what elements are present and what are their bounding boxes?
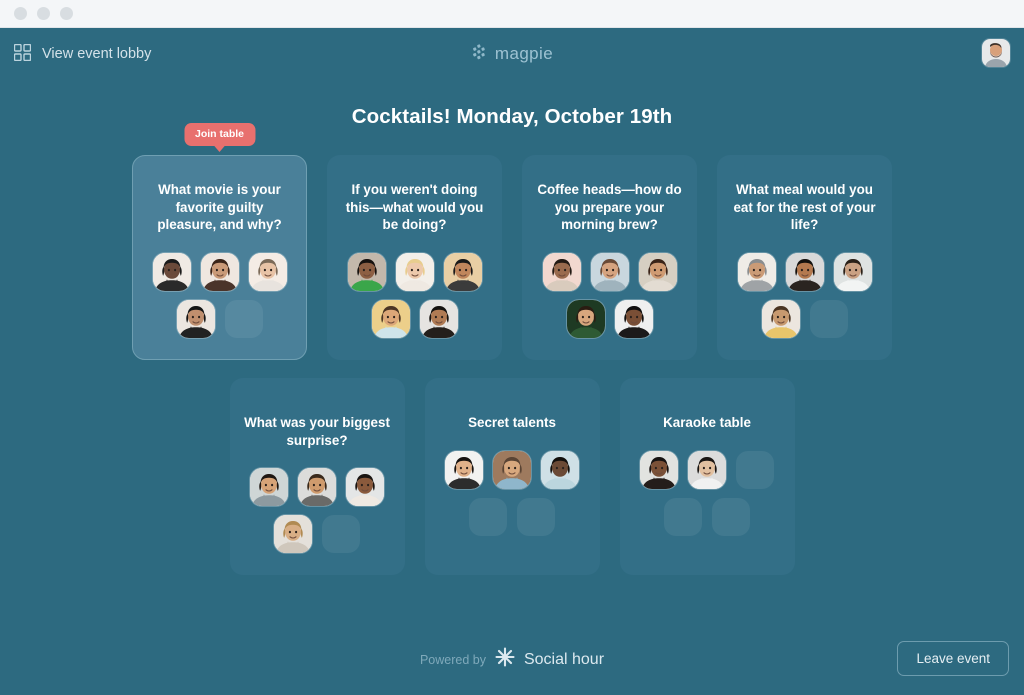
seat-grid bbox=[342, 253, 488, 339]
seat-filled-avatar[interactable] bbox=[761, 300, 800, 339]
seat-grid bbox=[537, 253, 683, 339]
seat-grid bbox=[634, 450, 780, 536]
seat-filled-avatar[interactable] bbox=[833, 253, 872, 292]
view-event-lobby-label: View event lobby bbox=[42, 46, 152, 62]
traffic-light-close[interactable] bbox=[14, 7, 27, 20]
table-card[interactable]: What meal would you eat for the rest of … bbox=[717, 155, 892, 361]
seat-grid bbox=[147, 253, 293, 339]
seat-filled-avatar[interactable] bbox=[445, 450, 483, 489]
seat-filled-avatar[interactable] bbox=[737, 253, 776, 292]
seat-filled-avatar[interactable] bbox=[419, 300, 458, 339]
table-question: If you weren't doing this—what would you… bbox=[345, 182, 484, 233]
tables-row-top: Join table What movie is your favorite gu… bbox=[132, 123, 892, 361]
seat-filled-avatar[interactable] bbox=[176, 300, 215, 339]
table-question: Secret talents bbox=[468, 415, 556, 431]
seat-empty[interactable] bbox=[736, 450, 774, 489]
seat-empty[interactable] bbox=[664, 497, 702, 536]
table-card[interactable]: Coffee heads—how do you prepare your mor… bbox=[522, 155, 697, 361]
table-card[interactable]: If you weren't doing this—what would you… bbox=[327, 155, 502, 361]
seat-empty[interactable] bbox=[469, 497, 507, 536]
brand: magpie bbox=[0, 28, 1024, 80]
seat-empty[interactable] bbox=[322, 515, 360, 554]
seat-empty[interactable] bbox=[224, 300, 263, 339]
powered-by-label: Powered by bbox=[419, 652, 486, 667]
table-question: What movie is your favorite guilty pleas… bbox=[157, 182, 282, 233]
view-event-lobby-button[interactable]: View event lobby bbox=[13, 43, 152, 65]
seat-filled-avatar[interactable] bbox=[274, 515, 312, 554]
table-question: Coffee heads—how do you prepare your mor… bbox=[537, 182, 682, 233]
app-window: View event lobby magpie Cocktails! Monda… bbox=[0, 28, 1024, 695]
table-card[interactable]: Karaoke table bbox=[619, 378, 795, 576]
table-question: What was your biggest surprise? bbox=[244, 415, 390, 448]
seat-empty[interactable] bbox=[517, 497, 555, 536]
seat-filled-avatar[interactable] bbox=[493, 450, 531, 489]
seat-grid bbox=[732, 253, 878, 339]
seat-filled-avatar[interactable] bbox=[250, 468, 288, 507]
seat-filled-avatar[interactable] bbox=[638, 253, 677, 292]
traffic-light-maximize[interactable] bbox=[60, 7, 73, 20]
traffic-light-minimize[interactable] bbox=[37, 7, 50, 20]
seat-filled-avatar[interactable] bbox=[640, 450, 678, 489]
seat-filled-avatar[interactable] bbox=[590, 253, 629, 292]
top-bar: View event lobby magpie bbox=[0, 28, 1024, 80]
seat-filled-avatar[interactable] bbox=[785, 253, 824, 292]
page-title: Cocktails! Monday, October 19th bbox=[351, 105, 673, 128]
tables-area: Join table What movie is your favorite gu… bbox=[0, 123, 1024, 576]
tables-row-bottom: What was your biggest surprise? Secret t… bbox=[229, 378, 795, 576]
seat-filled-avatar[interactable] bbox=[298, 468, 336, 507]
seat-filled-avatar[interactable] bbox=[347, 253, 386, 292]
product-name: Social hour bbox=[523, 650, 605, 668]
seat-filled-avatar[interactable] bbox=[688, 450, 726, 489]
seat-grid bbox=[439, 450, 585, 536]
join-table-tooltip[interactable]: Join table bbox=[183, 123, 256, 146]
table-card[interactable]: Secret talents bbox=[424, 378, 600, 576]
powered-by-block: Powered by Social hour bbox=[0, 647, 1024, 672]
table-card[interactable]: Join table What movie is your favorite gu… bbox=[132, 123, 307, 361]
footer: Powered by Social hour Leave event bbox=[0, 637, 1024, 695]
seat-filled-avatar[interactable] bbox=[542, 253, 581, 292]
seat-filled-avatar[interactable] bbox=[541, 450, 579, 489]
avatar[interactable] bbox=[982, 39, 1010, 67]
seat-filled-avatar[interactable] bbox=[152, 253, 191, 292]
seat-filled-avatar[interactable] bbox=[443, 253, 482, 292]
table-question: What meal would you eat for the rest of … bbox=[733, 182, 876, 233]
browser-chrome bbox=[0, 0, 1024, 28]
seat-empty[interactable] bbox=[712, 497, 750, 536]
magpie-flower-icon bbox=[471, 43, 487, 65]
seat-filled-avatar[interactable] bbox=[566, 300, 605, 339]
seat-filled-avatar[interactable] bbox=[248, 253, 287, 292]
grid-icon bbox=[13, 43, 32, 65]
seat-filled-avatar[interactable] bbox=[200, 253, 239, 292]
seat-filled-avatar[interactable] bbox=[346, 468, 384, 507]
brand-name: magpie bbox=[494, 44, 554, 63]
seat-empty[interactable] bbox=[809, 300, 848, 339]
seat-filled-avatar[interactable] bbox=[395, 253, 434, 292]
leave-event-button[interactable]: Leave event bbox=[897, 641, 1009, 676]
table-question: Karaoke table bbox=[663, 415, 751, 431]
starburst-icon bbox=[495, 647, 515, 672]
seat-grid bbox=[244, 468, 390, 554]
table-card[interactable]: What was your biggest surprise? bbox=[229, 378, 405, 576]
seat-filled-avatar[interactable] bbox=[614, 300, 653, 339]
seat-filled-avatar[interactable] bbox=[371, 300, 410, 339]
